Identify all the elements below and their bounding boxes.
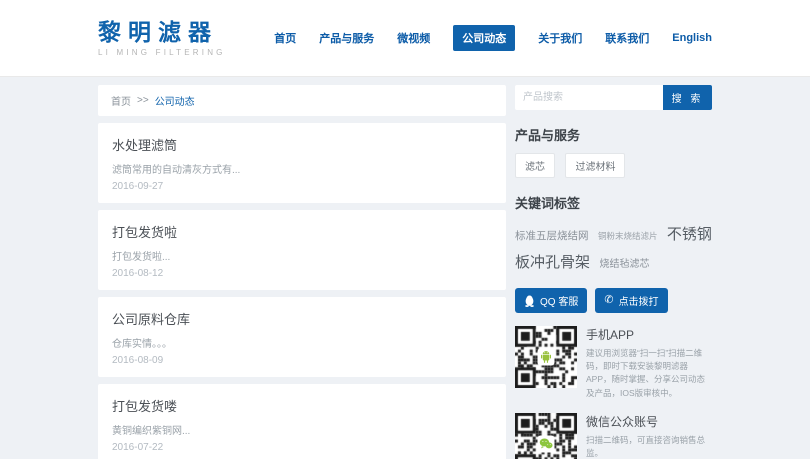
contact-buttons: QQ 客服 ✆ 点击拨打 (515, 288, 712, 313)
nav-item-home[interactable]: 首页 (274, 30, 296, 46)
click-to-call-label: 点击拨打 (619, 293, 659, 308)
news-title[interactable]: 水处理滤筒 (112, 135, 492, 154)
news-card[interactable]: 打包发货啦 打包发货啦... 2016-08-12 (98, 210, 506, 290)
nav-item-company-news[interactable]: 公司动态 (453, 25, 515, 51)
breadcrumb-separator: >> (137, 95, 149, 106)
qr-code-mobile-app (515, 326, 577, 388)
keyword-tag[interactable]: 铜粉末烧结滤片 (598, 231, 658, 241)
keywords-heading: 关键词标签 (515, 193, 712, 212)
breadcrumb-current: 公司动态 (155, 93, 195, 108)
qr-code-wechat (515, 413, 577, 459)
qq-penguin-icon (524, 295, 535, 307)
nav-item-english[interactable]: English (672, 32, 712, 44)
logo-text-cn: 黎明滤器 (98, 19, 226, 47)
product-tag-filter-element[interactable]: 滤芯 (515, 153, 555, 178)
products-heading: 产品与服务 (515, 125, 712, 144)
android-icon (538, 349, 555, 366)
news-summary: 黄铜编织紫铜网... (112, 422, 492, 437)
nav-item-contact[interactable]: 联系我们 (605, 30, 649, 46)
news-summary: 仓库实情。。。 (112, 335, 492, 350)
logo-text-en: LI MING FILTERING (98, 48, 226, 57)
page-body: 首页 >> 公司动态 水处理滤筒 滤筒常用的自动清灰方式有... 2016-09… (0, 77, 810, 459)
keyword-cloud: 标准五层烧结网 铜粉末烧结滤片 不锈钢板冲孔骨架 烧结毡滤芯 (515, 221, 712, 277)
qr-block-wechat: 微信公众账号 扫描二维码，可直接咨询销售总监。 (515, 413, 712, 459)
news-date: 2016-09-27 (112, 181, 492, 192)
click-to-call-button[interactable]: ✆ 点击拨打 (595, 288, 667, 313)
main-nav: 首页 产品与服务 微视频 公司动态 关于我们 联系我们 English (274, 25, 712, 51)
news-column: 首页 >> 公司动态 水处理滤筒 滤筒常用的自动清灰方式有... 2016-09… (98, 85, 506, 459)
qq-service-button[interactable]: QQ 客服 (515, 288, 587, 313)
news-card[interactable]: 公司原料仓库 仓库实情。。。 2016-08-09 (98, 297, 506, 377)
qr-block-mobile-app: 手机APP 建议用浏览器“扫一扫”扫描二维码，即时下载安装黎明滤器APP，随时掌… (515, 326, 712, 400)
product-tag-list: 滤芯 过滤材料 (515, 153, 712, 178)
news-title[interactable]: 打包发货喽 (112, 396, 492, 415)
news-date: 2016-08-12 (112, 268, 492, 279)
nav-item-products[interactable]: 产品与服务 (319, 30, 374, 46)
qr-desc-mobile-app: 建议用浏览器“扫一扫”扫描二维码，即时下载安装黎明滤器APP，随时掌握、分享公司… (586, 347, 712, 400)
keyword-tag[interactable]: 标准五层烧结网 (515, 230, 589, 242)
nav-item-about[interactable]: 关于我们 (538, 30, 582, 46)
product-tag-filter-material[interactable]: 过滤材料 (565, 153, 625, 178)
news-card[interactable]: 打包发货喽 黄铜编织紫铜网... 2016-07-22 (98, 384, 506, 459)
news-title[interactable]: 打包发货啦 (112, 222, 492, 241)
qr-desc-wechat: 扫描二维码，可直接咨询销售总监。 (586, 434, 712, 459)
product-search: 搜 索 (515, 85, 712, 110)
sidebar: 搜 索 产品与服务 滤芯 过滤材料 关键词标签 标准五层烧结网 铜粉末烧结滤片 … (515, 85, 712, 459)
keyword-tag[interactable]: 烧结毡滤芯 (599, 259, 649, 270)
qr-title-mobile-app: 手机APP (586, 326, 712, 343)
nav-item-microvideo[interactable]: 微视频 (397, 30, 430, 46)
breadcrumb-home-link[interactable]: 首页 (111, 93, 131, 108)
breadcrumb: 首页 >> 公司动态 (98, 85, 506, 116)
news-card[interactable]: 水处理滤筒 滤筒常用的自动清灰方式有... 2016-09-27 (98, 123, 506, 203)
search-button[interactable]: 搜 索 (663, 85, 712, 110)
site-header: 黎明滤器 LI MING FILTERING 首页 产品与服务 微视频 公司动态… (0, 0, 810, 77)
news-title[interactable]: 公司原料仓库 (112, 309, 492, 328)
search-input[interactable] (515, 85, 663, 110)
news-date: 2016-08-09 (112, 355, 492, 366)
news-date: 2016-07-22 (112, 442, 492, 453)
news-summary: 打包发货啦... (112, 248, 492, 263)
news-summary: 滤筒常用的自动清灰方式有... (112, 161, 492, 176)
logo[interactable]: 黎明滤器 LI MING FILTERING (98, 19, 226, 58)
wechat-icon (538, 435, 555, 452)
qq-service-label: QQ 客服 (540, 293, 578, 308)
qr-title-wechat: 微信公众账号 (586, 413, 712, 430)
phone-icon: ✆ (604, 295, 613, 306)
